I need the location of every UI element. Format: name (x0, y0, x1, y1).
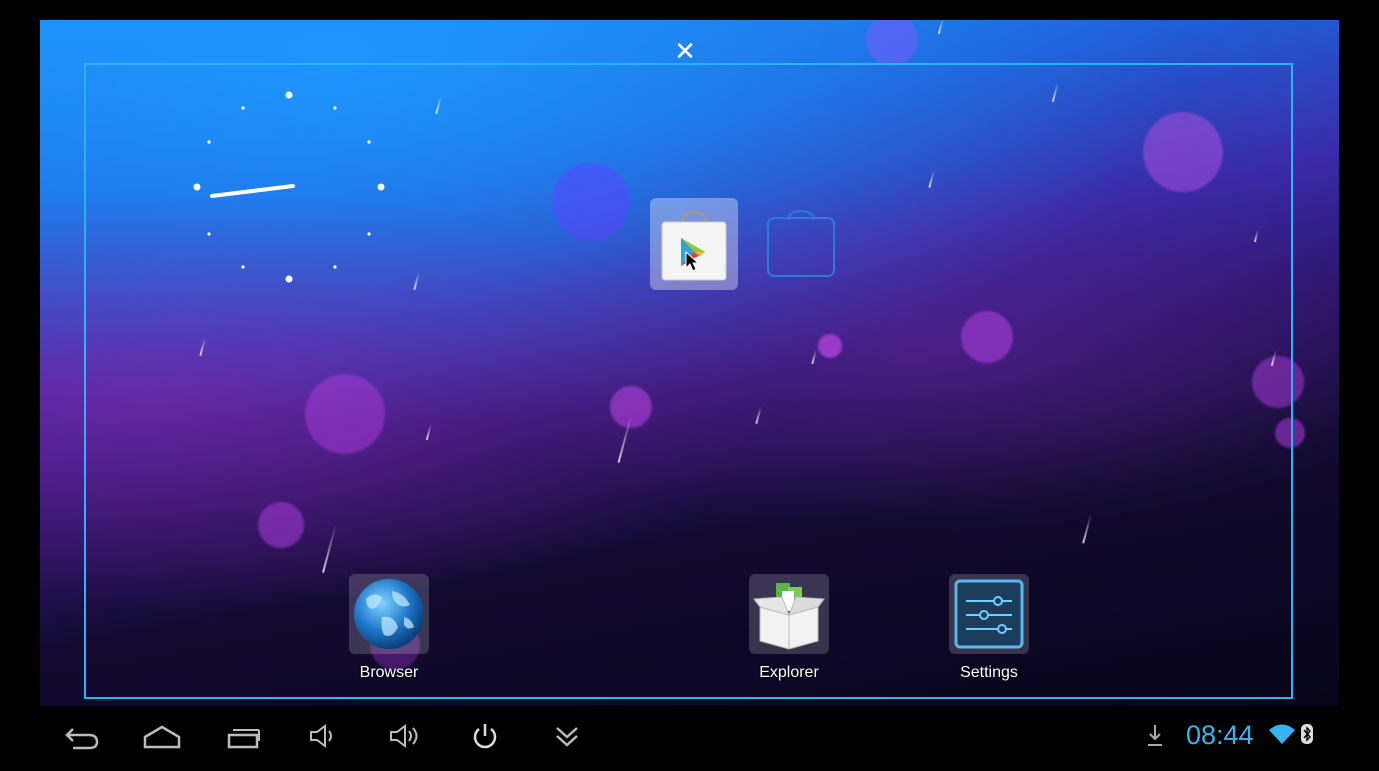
play-store-shortcut[interactable] (650, 198, 738, 290)
status-clock[interactable]: 08:44 (1186, 720, 1254, 751)
android-home-screen: ✕ Browser Explorer Settings 08:44 (0, 0, 1379, 771)
analog-clock-widget[interactable] (190, 88, 388, 286)
globe-icon (349, 574, 429, 654)
wifi-icon (1268, 722, 1296, 751)
sliders-icon (949, 574, 1029, 654)
navigation-bar: 08:44 (0, 706, 1379, 771)
power-icon (473, 724, 497, 749)
home-button[interactable] (137, 716, 187, 756)
close-icon[interactable]: ✕ (672, 38, 698, 64)
power-button[interactable] (460, 716, 510, 756)
volume-up-icon (390, 724, 418, 748)
recent-apps-button[interactable] (218, 716, 268, 756)
volume-up-button[interactable] (380, 716, 430, 756)
app-label-explorer: Explorer (759, 664, 819, 681)
app-label-browser: Browser (359, 664, 419, 681)
bluetooth-icon (1300, 722, 1314, 751)
back-button[interactable] (56, 716, 106, 756)
app-explorer[interactable]: Explorer (744, 574, 834, 682)
download-icon (1146, 722, 1164, 753)
recent-apps-icon (227, 729, 260, 749)
home-icon (143, 725, 181, 749)
shopping-bag-outline-icon (766, 208, 836, 278)
app-settings[interactable]: Settings (944, 574, 1034, 682)
volume-down-icon (310, 724, 332, 748)
explorer-box-icon (749, 574, 829, 654)
app-browser[interactable]: Browser (344, 574, 434, 682)
expand-down-icon (556, 727, 578, 747)
app-label-settings: Settings (960, 664, 1018, 681)
play-store-icon (656, 202, 732, 287)
expand-down-button[interactable] (542, 716, 592, 756)
back-icon (65, 728, 99, 750)
volume-down-button[interactable] (298, 716, 348, 756)
